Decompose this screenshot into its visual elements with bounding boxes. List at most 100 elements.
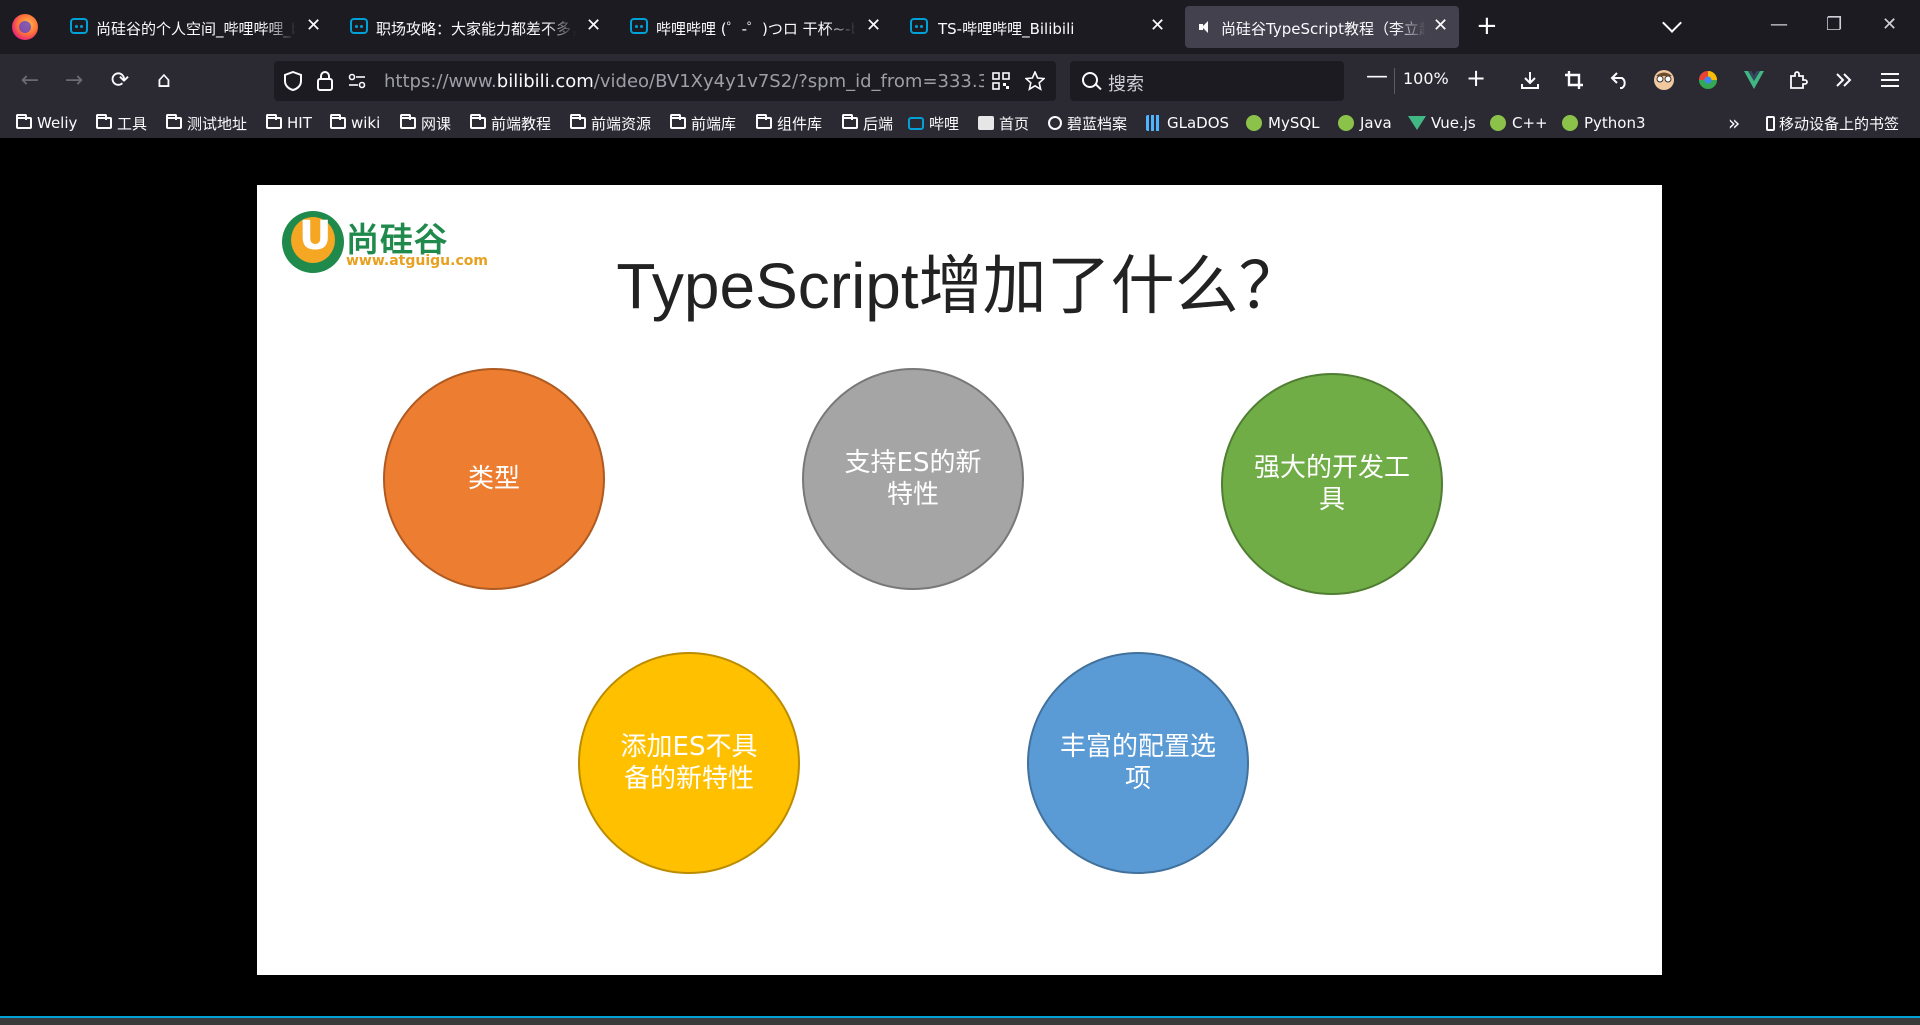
tab-close-icon[interactable]: ✕: [306, 16, 321, 36]
bookmark-frontend-resources[interactable]: 前端资源: [570, 112, 651, 134]
search-bar[interactable]: 搜索: [1070, 61, 1344, 101]
bookmark-label: 工具: [117, 114, 148, 133]
tab-4[interactable]: TS-哔哩哔哩_Bilibili ✕: [896, 6, 1176, 48]
tab-close-icon[interactable]: ✕: [1433, 16, 1448, 36]
tab-5-active[interactable]: 尚硅谷TypeScript教程（李立超 ✕: [1185, 6, 1459, 48]
search-placeholder: 搜索: [1108, 74, 1144, 95]
minimize-button[interactable]: —: [1770, 14, 1788, 35]
more-tools-chevrons-icon[interactable]: [1832, 68, 1856, 92]
tab-close-icon[interactable]: ✕: [1150, 16, 1165, 36]
url-path: /video/BV1Xy4y1v7S2/?spm_id_from=333.337…: [593, 71, 984, 92]
bookmark-python3[interactable]: Python3: [1562, 112, 1646, 134]
reload-icon[interactable]: ⟳: [108, 68, 132, 93]
tab-close-icon[interactable]: ✕: [866, 16, 881, 36]
zoom-level[interactable]: 100%: [1403, 69, 1449, 88]
slide-title: TypeScript增加了什么？: [616, 250, 1303, 322]
folder-icon: [470, 114, 486, 129]
bookmark-label: Weliy: [37, 114, 78, 132]
tab-title: 哔哩哔哩 (゜-゜)つロ 干杯~-bilibili: [656, 20, 856, 38]
navigation-toolbar: ← → ⟳ ⌂ https://www.bilibili.com/video/B…: [0, 54, 1920, 108]
tab-2[interactable]: 职场攻略：大家能力都差不多， ✕: [336, 6, 606, 48]
bookmark-weliy[interactable]: Weliy: [16, 112, 77, 134]
player-progress-bar[interactable]: [0, 1016, 1920, 1025]
bookmark-test-address[interactable]: 测试地址: [166, 112, 247, 134]
bookmark-blue-archive[interactable]: 碧蓝档案: [1048, 112, 1127, 134]
forward-icon[interactable]: →: [62, 68, 86, 93]
menu-hamburger-icon[interactable]: [1878, 68, 1902, 92]
shield-icon[interactable]: [282, 70, 304, 92]
bookmark-component-libs[interactable]: 组件库: [756, 112, 822, 134]
bookmark-label: Python3: [1584, 114, 1646, 132]
bookmark-vuejs[interactable]: Vue.js: [1408, 112, 1476, 134]
mobile-bookmarks[interactable]: 移动设备上的书签: [1766, 112, 1899, 134]
bilibili-icon: [630, 18, 648, 34]
permissions-icon[interactable]: [346, 70, 368, 92]
folder-icon: [266, 114, 282, 129]
qr-code-icon[interactable]: [990, 70, 1012, 92]
bookmark-backend[interactable]: 后端: [842, 112, 893, 134]
bookmark-mysql[interactable]: MySQL: [1246, 112, 1320, 134]
bookmark-label: 首页: [999, 114, 1030, 133]
screenshot-crop-icon[interactable]: [1562, 68, 1586, 92]
bookmark-label: 组件库: [777, 114, 823, 133]
tab-title: 尚硅谷的个人空间_哔哩哔哩_bilibili: [96, 20, 296, 38]
folder-icon: [166, 114, 182, 129]
url-text[interactable]: https://www.bilibili.com/video/BV1Xy4y1v…: [384, 71, 984, 92]
bookmark-label: wiki: [351, 114, 381, 132]
undo-icon[interactable]: [1608, 68, 1632, 92]
bookmark-frontend-tutorial[interactable]: 前端教程: [470, 112, 551, 134]
vue-icon: [1408, 116, 1426, 130]
downloads-icon[interactable]: [1518, 68, 1542, 92]
bubble-extra-features: 添加ES不具备的新特性: [578, 652, 800, 874]
bookmark-label: 哔哩: [929, 114, 960, 133]
video-player-area[interactable]: 尚硅谷 www.atguigu.com TypeScript增加了什么？ 类型 …: [0, 138, 1920, 1018]
bookmark-bilibili[interactable]: 哔哩: [908, 112, 959, 134]
new-tab-button[interactable]: +: [1476, 12, 1498, 40]
tab-3[interactable]: 哔哩哔哩 (゜-゜)つロ 干杯~-bilibili ✕: [616, 6, 886, 48]
globe-icon: [1048, 116, 1062, 130]
bilibili-icon: [908, 116, 924, 130]
signal-bars-icon: [1146, 115, 1162, 131]
presentation-slide: 尚硅谷 www.atguigu.com TypeScript增加了什么？ 类型 …: [257, 185, 1662, 975]
avatar-extension-icon[interactable]: [1652, 68, 1676, 92]
folder-icon: [756, 114, 772, 129]
speaker-icon[interactable]: [1199, 20, 1213, 34]
more-bookmarks-chevron-icon[interactable]: »: [1728, 111, 1740, 135]
tab-close-icon[interactable]: ✕: [586, 16, 601, 36]
zoom-in-button[interactable]: +: [1466, 64, 1486, 92]
lock-icon[interactable]: [314, 70, 336, 92]
extensions-icon[interactable]: [1786, 68, 1810, 92]
bookmark-glados[interactable]: GLaDOS: [1146, 112, 1229, 134]
firefox-logo-icon[interactable]: [12, 14, 38, 40]
runoob-icon: [1562, 115, 1578, 131]
bookmark-star-icon[interactable]: [1024, 70, 1046, 92]
restore-button[interactable]: ❐: [1826, 14, 1842, 35]
bookmark-label: MySQL: [1268, 114, 1320, 132]
bookmark-label: HIT: [287, 114, 312, 132]
url-bar[interactable]: https://www.bilibili.com/video/BV1Xy4y1v…: [274, 61, 1056, 101]
bookmark-frontend-libs[interactable]: 前端库: [670, 112, 736, 134]
bookmark-wiki[interactable]: wiki: [330, 112, 380, 134]
list-all-tabs-chevron-icon[interactable]: [1662, 13, 1682, 33]
home-icon[interactable]: ⌂: [152, 68, 176, 93]
bookmark-hit[interactable]: HIT: [266, 112, 312, 134]
back-icon[interactable]: ←: [18, 68, 42, 93]
bookmark-label: 前端教程: [491, 114, 552, 133]
bubble-dev-tools: 强大的开发工具: [1221, 373, 1443, 595]
vue-devtools-icon[interactable]: [1742, 68, 1766, 92]
url-host: bilibili.com: [496, 71, 594, 92]
bookmark-online-course[interactable]: 网课: [400, 112, 451, 134]
zoom-out-button[interactable]: —: [1366, 64, 1388, 89]
bookmark-home[interactable]: 首页: [978, 112, 1029, 134]
runoob-icon: [1338, 115, 1354, 131]
bookmark-java[interactable]: Java: [1338, 112, 1392, 134]
bubble-types: 类型: [383, 368, 605, 590]
bookmark-tools[interactable]: 工具: [96, 112, 147, 134]
tab-title: TS-哔哩哔哩_Bilibili: [938, 20, 1075, 38]
search-icon: [1082, 72, 1098, 88]
bookmark-label: 前端资源: [591, 114, 652, 133]
tab-1[interactable]: 尚硅谷的个人空间_哔哩哔哩_bilibili ✕: [56, 6, 326, 48]
close-window-button[interactable]: ✕: [1882, 14, 1897, 35]
color-extension-icon[interactable]: [1696, 68, 1720, 92]
bookmark-cpp[interactable]: C++: [1490, 112, 1548, 134]
